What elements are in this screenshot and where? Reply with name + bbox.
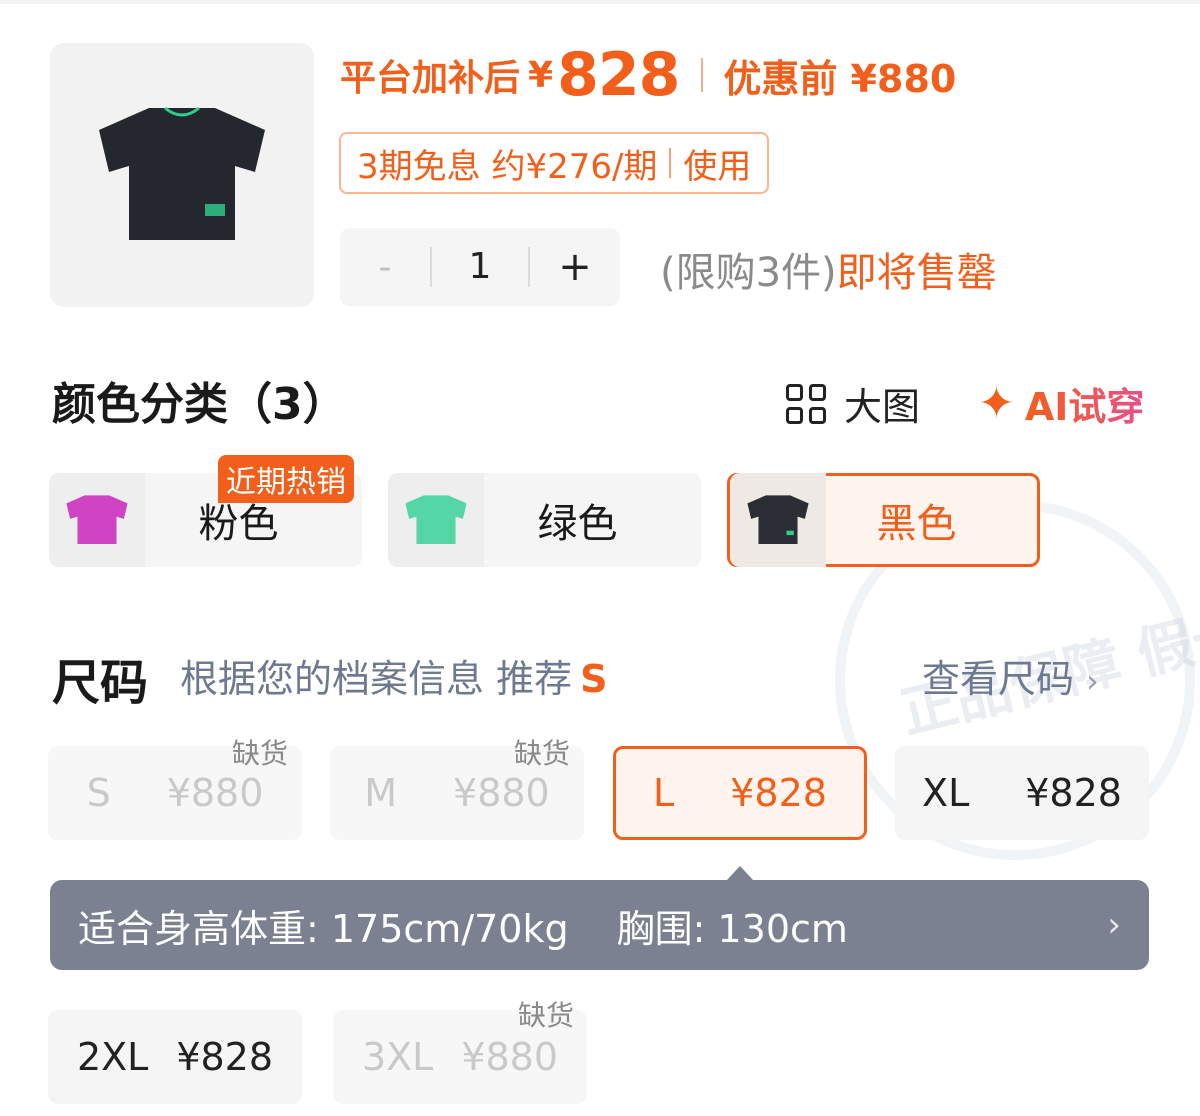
price-currency: ¥ [528,54,554,96]
size-price: ¥828 [730,771,827,815]
color-thumbnail [49,473,145,567]
size-section-title: 尺码 [52,655,149,711]
size-price: ¥880 [166,771,264,815]
size-label: S [86,771,111,815]
installment-button[interactable]: 3期免息 约¥276/期 使用 [339,132,770,194]
size-label: M [364,771,398,815]
size-label: L [653,771,675,815]
tshirt-image [66,495,128,544]
hot-sale-badge: 近期热销 [218,455,354,503]
top-divider [0,0,1200,4]
chevron-right-icon: › [1086,662,1099,700]
purchase-limit: (限购3件)即将售罄 [660,240,997,298]
color-section-title: 颜色分类（3） [52,379,347,430]
view-large-label: 大图 [844,385,921,429]
size-label: 3XL [361,1035,434,1079]
color-name: 黑色 [876,501,957,547]
installment-divider [669,148,672,178]
size-price: ¥828 [1025,771,1122,815]
price-row: 平台加补后 ¥ 828 优惠前 ¥880 [340,40,956,110]
tshirt-image [747,495,809,544]
price-value: 828 [557,40,680,110]
tshirt-image [405,495,467,544]
installment-use-label: 使用 [683,146,752,187]
original-price: 优惠前 ¥880 [723,56,957,101]
stock-status: 即将售罄 [836,250,997,296]
tshirt-image [99,106,265,240]
out-of-stock-badge: 缺货 [232,737,289,770]
size-option-l[interactable]: L ¥828 [613,746,867,840]
increase-button[interactable]: + [530,244,620,290]
product-thumbnail[interactable] [50,43,314,307]
tooltip-arrow [726,866,754,881]
quantity-stepper: - 1 + [340,228,620,306]
size-recommendation: 根据您的档案信息 推荐 S [180,648,607,703]
out-of-stock-badge: 缺货 [514,737,571,770]
size-price: ¥828 [176,1035,274,1079]
size-price: ¥880 [461,1035,559,1079]
fit-height-weight: 适合身高体重: 175cm/70kg [78,906,569,951]
size-label: 2XL [76,1035,149,1079]
out-of-stock-badge: 缺货 [518,999,575,1032]
size-chart-label: 查看尺码 [922,657,1075,701]
sparkle-icon: ✦ [978,378,1015,429]
recommended-size: S [580,657,608,701]
size-price: ¥880 [453,771,550,815]
color-thumbnail [730,473,826,567]
fit-chest: 胸围: 130cm [616,906,848,951]
view-large-button[interactable]: 大图 [786,376,920,431]
installment-text: 3期免息 约¥276/期 [357,146,658,187]
recommendation-text: 根据您的档案信息 推荐 [180,657,573,701]
quantity-value[interactable]: 1 [430,247,530,287]
size-label: XL [922,771,970,815]
chevron-right-icon: › [1107,905,1121,945]
grid-icon [786,383,826,424]
limit-text: (限购3件) [660,250,837,296]
decrease-button[interactable]: - [340,247,430,288]
ai-try-on-button[interactable]: ✦ AI试穿 [978,376,1144,431]
fit-tip-bar[interactable]: 适合身高体重: 175cm/70kg 胸围: 130cm › [50,880,1149,970]
size-chart-link[interactable]: 查看尺码 › [922,648,1099,703]
price-label: 平台加补后 [340,58,521,99]
color-thumbnail [388,473,484,567]
price-divider [701,58,704,92]
ai-try-on-label: AI试穿 [1025,376,1145,431]
color-name: 绿色 [537,501,618,547]
color-option-black[interactable]: 黑色 [727,473,1040,567]
size-option-xl[interactable]: XL ¥828 [895,746,1149,840]
color-option-green[interactable]: 绿色 [388,473,701,567]
size-option-2xl[interactable]: 2XL ¥828 [48,1010,302,1104]
